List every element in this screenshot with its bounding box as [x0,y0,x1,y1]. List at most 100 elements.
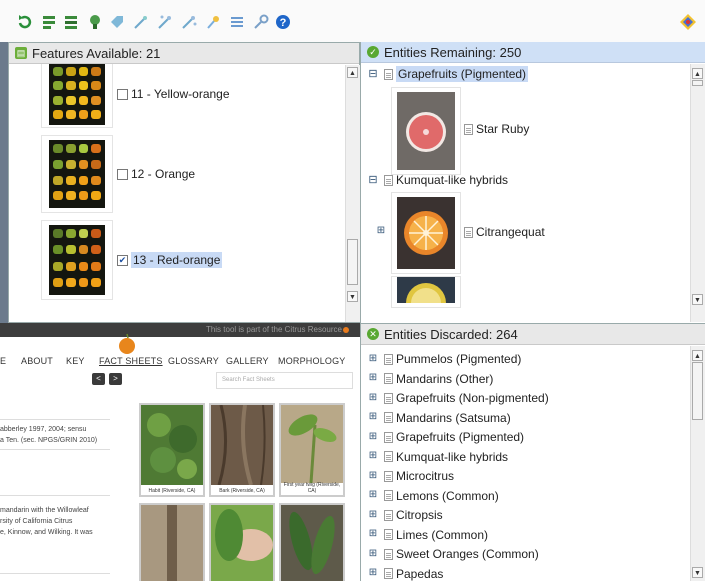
entity-photo-partial[interactable] [391,276,461,308]
discarded-item[interactable]: ⊞ Lemons (Common) [367,487,499,505]
collapse-icon[interactable]: ⊟ [367,68,379,79]
scroll-up-button[interactable]: ▲ [692,350,703,361]
pin-icon[interactable] [204,13,222,31]
feature-checkbox[interactable] [117,168,128,180]
tree-entity-citrangequat[interactable]: Citrangequat [464,223,545,241]
twig-photo[interactable]: First year twig (Riverside, CA) [279,403,345,497]
scroll-thumb[interactable] [347,239,358,285]
restart-icon[interactable] [16,13,34,31]
discarded-header-label: Entities Discarded: 264 [384,326,518,342]
scroll-down-button[interactable]: ▼ [692,294,703,305]
expand-icon[interactable]: ⊞ [367,529,379,539]
scroll-up-button[interactable]: ▲ [692,68,703,79]
expand-icon[interactable]: ⊞ [367,353,379,364]
wand-filter-icon[interactable] [180,13,198,31]
discarded-item[interactable]: ⊞ Pummelos (Pigmented) [367,350,521,368]
feature-label[interactable]: 11 - Yellow-orange [117,87,230,101]
expand-icon[interactable]: ⊞ [367,509,379,520]
leaf-hand-photo[interactable] [209,503,275,581]
discarded-item[interactable]: ⊞ Sweet Oranges (Common) [367,545,539,563]
nav-key[interactable]: KEY [66,356,85,366]
feature-item-13[interactable]: ✔ 13 - Red-orange [41,220,223,300]
document-icon [384,451,393,462]
feature-label-text: 11 - Yellow-orange [131,87,230,101]
discarded-item[interactable]: ⊞ Limes (Common) [367,526,488,544]
nav-morphology[interactable]: MORPHOLOGY [278,356,346,366]
entities-icon[interactable] [86,13,104,31]
expand-icon[interactable]: ⊞ [367,431,379,442]
expand-icon[interactable]: ⊞ [367,568,379,578]
expand-icon[interactable]: ⊞ [367,373,379,383]
discarded-item[interactable]: ⊞ Microcitrus [367,467,454,485]
list-icon[interactable] [228,13,246,31]
divider [0,419,110,420]
discarded-item[interactable]: ⊞ Grapefruits (Pigmented) [367,428,524,446]
discarded-item[interactable]: ⊞ Mandarins (Satsuma) [367,409,511,427]
habit-photo[interactable]: Habit (Riverside, CA) [139,403,205,497]
scroll-down-button[interactable]: ▼ [692,567,703,578]
features-scrollbar[interactable]: ▲ ▼ [345,65,360,322]
scroll-down-button[interactable]: ▼ [347,291,358,302]
expand-icon[interactable]: ⊞ [367,392,379,403]
feature-checkbox[interactable] [117,88,128,100]
tree-entity-expander[interactable]: ⊞ [375,222,392,240]
discarded-item[interactable]: ⊞ Kumquat-like hybrids [367,448,508,466]
collapse-icon[interactable]: ⊟ [367,174,379,185]
wand-icon[interactable] [132,13,150,31]
stem-photo[interactable] [139,503,205,581]
svg-text:?: ? [280,17,287,29]
expand-icon[interactable]: ⊞ [367,470,379,481]
feature-item-11[interactable]: 11 - Yellow-orange [41,64,230,128]
entity-photo-star-ruby[interactable] [391,87,461,175]
tree-entity-star-ruby[interactable]: Star Ruby [464,120,529,138]
discarded-scrollbar[interactable]: ▲ ▼ [690,346,705,581]
features-best-icon[interactable] [62,13,80,31]
tree-group-grapefruits-pigmented[interactable]: ⊟ Grapefruits (Pigmented) [367,65,529,83]
prev-button[interactable]: < [92,373,105,385]
app-logo-icon[interactable] [679,13,697,31]
leaves-photo[interactable] [279,503,345,581]
remaining-scrollbar[interactable]: ▲ ▼ [690,64,705,322]
feature-checkbox-checked[interactable]: ✔ [117,254,128,266]
feature-swatch-image [41,64,113,128]
nav-gallery[interactable]: GALLERY [226,356,269,366]
expand-icon[interactable]: ⊞ [367,548,379,559]
document-icon [384,68,393,80]
help-icon[interactable]: ? [274,13,292,31]
body-text: e, Kinnow, and Wilking. It was [0,529,93,536]
scroll-up-button[interactable]: ▲ [347,67,358,78]
wand-all-icon[interactable] [156,13,174,31]
expand-icon[interactable]: ⊞ [367,412,379,422]
feature-label[interactable]: 12 - Orange [117,167,195,181]
key-icon[interactable] [252,13,270,31]
tree-group-kumquat-like-hybrids[interactable]: ⊟ Kumquat-like hybrids [367,171,508,189]
expand-icon[interactable]: ⊞ [367,451,379,461]
nav-home[interactable]: E [0,356,6,366]
entity-photo-citrangequat[interactable] [391,192,461,274]
discarded-item[interactable]: ⊞ Grapefruits (Non-pigmented) [367,389,549,407]
feature-item-12[interactable]: 12 - Orange [41,135,195,213]
fact-sheet-search-input[interactable]: Search Fact Sheets [216,372,353,389]
discarded-item[interactable]: ⊞ Citropsis [367,506,443,524]
features-header-label: Features Available: 21 [32,45,161,61]
document-icon [384,490,393,501]
features-icon[interactable] [40,13,58,31]
tree-group-label: Kumquat-like hybrids [396,173,509,187]
tree-group-label: Grapefruits (Pigmented) [396,66,529,82]
nav-fact-sheets[interactable]: FACT SHEETS [99,356,163,366]
bark-photo[interactable]: Bark (Riverside, CA) [209,403,275,497]
expand-icon[interactable]: ⊞ [367,490,379,500]
discarded-item[interactable]: ⊞ Mandarins (Other) [367,370,493,388]
scroll-thumb[interactable] [692,362,703,420]
nav-about[interactable]: ABOUT [21,356,53,366]
next-button[interactable]: > [109,373,122,385]
expand-icon[interactable]: ⊞ [375,225,387,236]
feature-label[interactable]: ✔ 13 - Red-orange [117,252,223,268]
discarded-item-label: Mandarins (Satsuma) [396,410,511,425]
tag-icon[interactable] [108,13,126,31]
fact-sheet-website: This tool is part of the Citrus Resource… [0,323,360,581]
photo-caption: Bark (Riverside, CA) [219,488,265,494]
nav-glossary[interactable]: GLOSSARY [168,356,219,366]
scroll-thumb[interactable] [692,80,703,86]
discarded-item[interactable]: ⊞ Papedas [367,565,443,583]
